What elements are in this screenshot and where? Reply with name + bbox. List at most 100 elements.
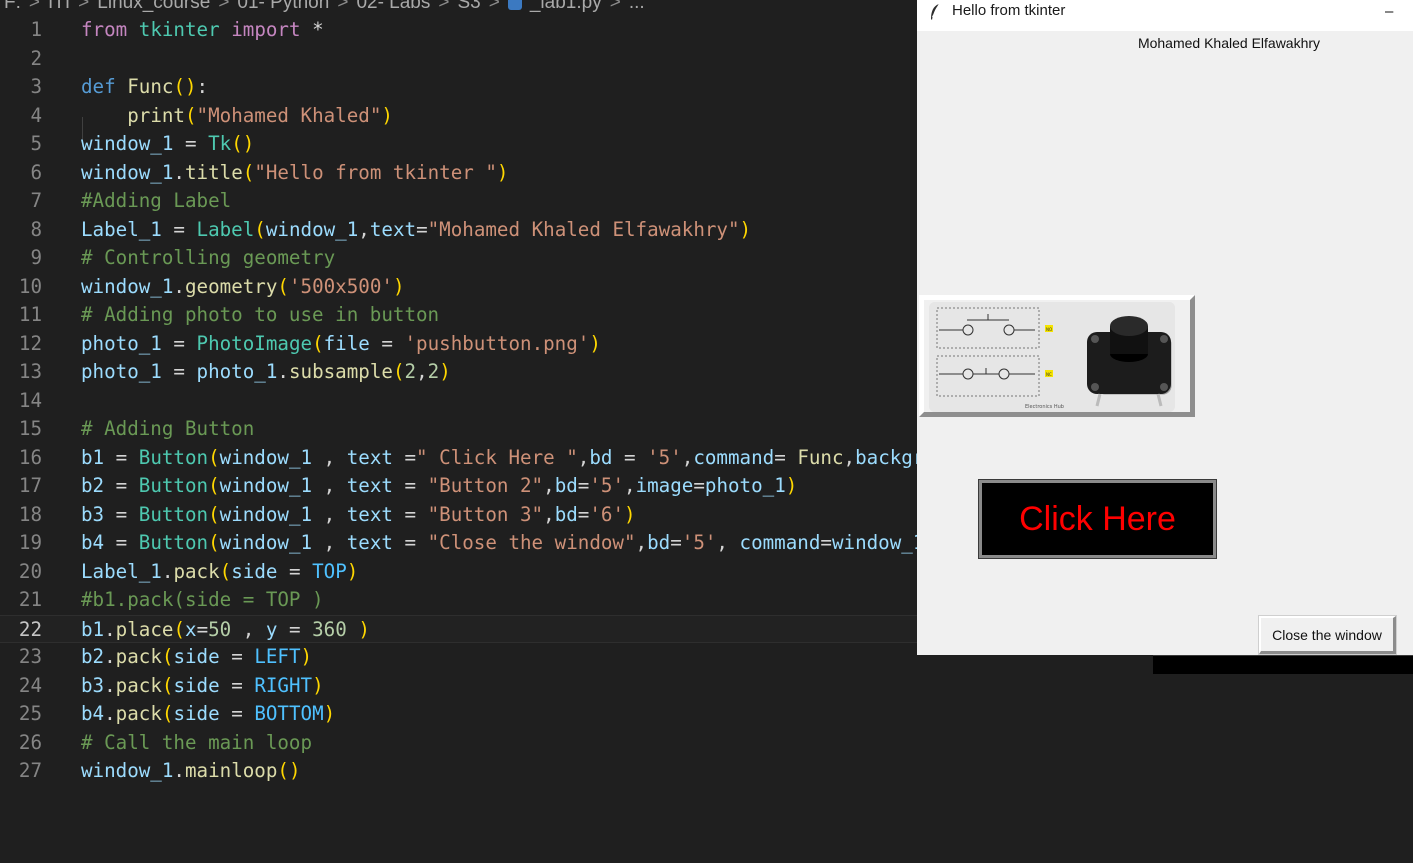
code-token: b3 <box>81 673 105 697</box>
code-text: # Controlling geometry <box>81 244 335 273</box>
code-token: = <box>774 445 798 469</box>
code-line[interactable]: 1 from tkinter import * <box>0 16 917 45</box>
breadcrumb: F: > ITI > Linux_course >01- Python >02- Labs >… <box>0 0 920 12</box>
breadcrumb-item[interactable]: F: <box>4 0 21 12</box>
code-token: window_1 <box>219 445 313 469</box>
code-line[interactable]: 22 b1.place(x=50 , y = 360 ) <box>0 614 917 643</box>
code-line[interactable]: 13 photo_1 = photo_1.subsample(2,2) <box>0 358 917 387</box>
code-token: = <box>104 531 139 554</box>
code-line[interactable]: 8 Label_1 = Label(window_1,text="Mohamed … <box>0 216 917 245</box>
code-line[interactable]: 25 b4.pack(side = BOTTOM) <box>0 700 917 729</box>
code-token: ) <box>312 673 324 697</box>
code-line[interactable]: 2 <box>0 45 917 74</box>
code-token: = <box>277 559 313 583</box>
breadcrumb-item[interactable]: ITI <box>48 0 70 12</box>
code-line[interactable]: 16 b1 = Button(window_1 , text =" Click H… <box>0 444 917 473</box>
code-line[interactable]: 23 b2.pack(side = LEFT) <box>0 643 917 672</box>
code-token: = <box>392 531 428 554</box>
badge-nc: NC <box>1046 372 1052 377</box>
code-token: Func <box>797 445 844 469</box>
code-line[interactable]: 26 # Call the main loop <box>0 729 917 758</box>
code-token: ( <box>208 474 220 497</box>
code-token: Button <box>138 445 209 469</box>
code-line[interactable]: 11 # Adding photo to use in button <box>0 301 917 330</box>
code-token: window_1 <box>219 474 313 497</box>
line-number: 12 <box>18 331 42 355</box>
code-line[interactable]: 9 # Controlling geometry <box>0 244 917 273</box>
code-token: ( <box>161 645 174 668</box>
code-text: def Func(): <box>81 73 208 102</box>
code-token: , <box>543 502 555 526</box>
code-text: #Adding Label <box>81 187 231 216</box>
code-line[interactable]: 14 <box>0 387 917 416</box>
minimize-icon[interactable]: – <box>1385 3 1393 20</box>
code-token: text <box>346 445 393 469</box>
code-token: file <box>323 331 370 355</box>
breadcrumb-item[interactable]: 01- Python <box>237 0 329 12</box>
code-token: TOP <box>312 559 347 583</box>
code-line[interactable]: 10 window_1.geometry('500x500') <box>0 273 917 302</box>
click-here-button[interactable]: Click Here <box>978 479 1217 559</box>
code-token: = <box>161 331 197 355</box>
pushbutton-image: NO NC Electronics Hub <box>929 302 1175 412</box>
code-line[interactable]: 4 print("Mohamed Khaled") <box>0 102 917 131</box>
window-title: Hello from tkinter <box>952 2 1066 19</box>
code-line[interactable]: 6 window_1.title("Hello from tkinter ") <box>0 159 917 188</box>
code-token: subsample <box>288 360 393 383</box>
code-token: , <box>543 474 555 497</box>
code-line[interactable]: 20 Label_1.pack(side = TOP) <box>0 558 917 587</box>
title-bar[interactable]: Hello from tkinter – <box>917 0 1413 31</box>
breadcrumb-item[interactable]: S3 <box>458 0 481 12</box>
code-token: ( <box>208 502 220 526</box>
code-token: Label <box>196 217 255 241</box>
code-token: = <box>577 474 590 497</box>
breadcrumb-item[interactable]: _lab1.py <box>530 0 602 12</box>
code-token: #b1.pack(side = TOP ) <box>81 588 324 611</box>
code-token: = <box>369 331 405 355</box>
close-window-button[interactable]: Close the window <box>1258 615 1397 655</box>
code-editor[interactable]: 1 from tkinter import * 2 3 def Func(): 4 pri… <box>0 16 917 796</box>
code-line[interactable]: 17 b2 = Button(window_1 , text = "Button … <box>0 472 917 501</box>
tkinter-window[interactable]: Hello from tkinter – Mohamed Khaled Elfa… <box>917 0 1413 655</box>
code-token: photo_1 <box>81 360 162 383</box>
code-line[interactable]: 3 def Func(): <box>0 73 917 102</box>
line-number: 26 <box>18 730 42 754</box>
code-line[interactable]: 15 # Adding Button <box>0 415 917 444</box>
breadcrumb-item[interactable]: 02- Labs <box>356 0 430 12</box>
code-token: '5' <box>681 531 717 554</box>
code-line[interactable]: 27 window_1.mainloop() <box>0 757 917 786</box>
pushbutton-diagram-icon: NO NC Electronics Hub <box>929 302 1175 412</box>
code-text: Label_1.pack(side = TOP) <box>81 558 358 587</box>
code-line[interactable]: 7 #Adding Label <box>0 187 917 216</box>
code-token: = <box>104 502 139 526</box>
code-token: * <box>300 18 324 41</box>
code-token: ( <box>392 360 405 383</box>
line-number: 27 <box>18 759 42 782</box>
code-text: # Call the main loop <box>81 729 312 758</box>
python-file-icon <box>507 0 522 10</box>
code-token: PhotoImage <box>196 331 313 355</box>
code-line[interactable]: 19 b4 = Button(window_1 , text = "Close t… <box>0 529 917 558</box>
code-line[interactable]: 18 b3 = Button(window_1 , text = "Button … <box>0 501 917 530</box>
code-text: b2.pack(side = LEFT) <box>81 643 312 672</box>
code-line[interactable]: 24 b3.pack(side = RIGHT) <box>0 672 917 701</box>
code-token: , <box>312 531 347 554</box>
code-line[interactable]: 12 photo_1 = PhotoImage(file = 'pushbutto… <box>0 330 917 359</box>
code-token: 2 <box>427 360 440 383</box>
breadcrumb-item[interactable]: Linux_course <box>97 0 210 12</box>
code-token: from <box>81 18 128 41</box>
code-token: , <box>635 531 648 554</box>
code-token: = <box>219 702 255 725</box>
badge-no: NO <box>1046 327 1052 332</box>
code-token: : <box>196 75 209 98</box>
code-line[interactable]: 21 #b1.pack(side = TOP ) <box>0 586 917 615</box>
pushbutton-image-button[interactable]: NO NC Electronics Hub <box>919 295 1195 417</box>
code-text: window_1.title("Hello from tkinter ") <box>81 159 508 188</box>
code-line[interactable]: 5 window_1 = Tk() <box>0 130 917 159</box>
breadcrumb-separator: > <box>609 0 621 12</box>
code-token: = <box>104 474 139 497</box>
code-token: 360 <box>312 617 347 641</box>
code-token: ) <box>300 645 313 668</box>
breadcrumb-item[interactable]: ... <box>629 0 645 12</box>
line-number: 21 <box>18 588 42 611</box>
